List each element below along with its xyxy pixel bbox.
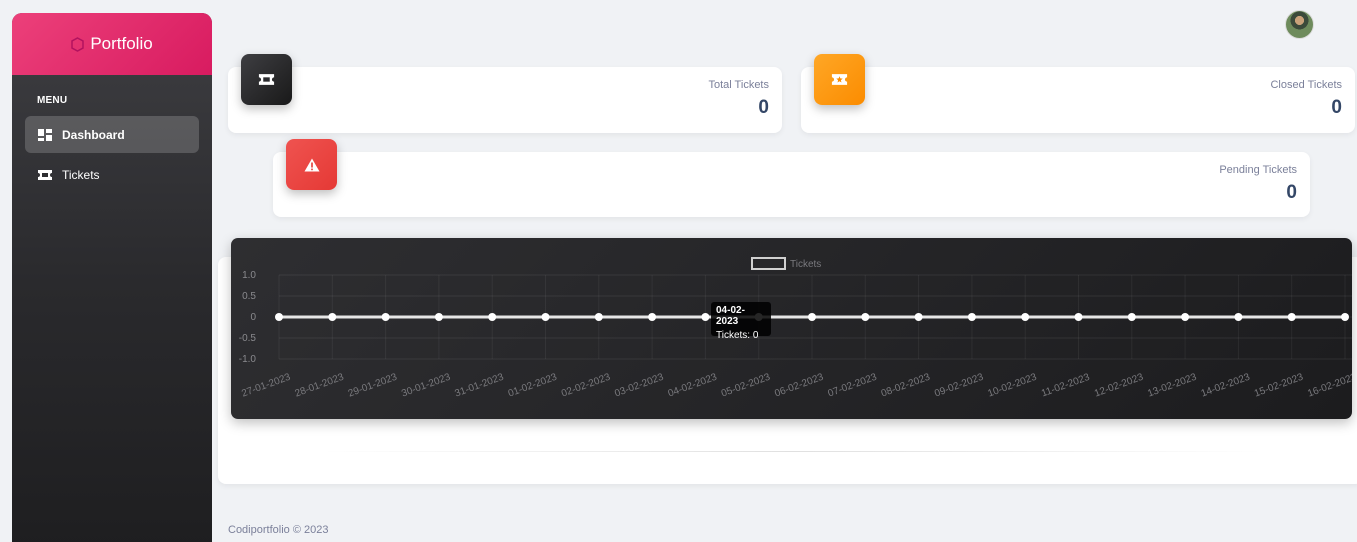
brand-logo-icon [71, 36, 85, 52]
tickets-line-chart: 1.0 0.5 0 -0.5 -1.0 27-01-2023 28-01-2023 29-01… [239, 257, 1352, 400]
sidebar: Portfolio MENU Dashboard Tickets [12, 13, 212, 542]
x-tick-label: 16-02-2023 [1306, 372, 1352, 400]
data-point [648, 313, 657, 321]
data-point [861, 313, 870, 321]
x-tick-label: 09-02-2023 [933, 372, 985, 400]
x-tick-label: 02-02-2023 [560, 372, 612, 400]
x-tick-label: 30-01-2023 [400, 372, 452, 400]
pending-tickets-label: Pending Tickets [1219, 164, 1297, 176]
footer-copyright: Codiportfolio © 2023 [228, 524, 329, 536]
x-tick-label: 08-02-2023 [880, 372, 932, 400]
ticket-icon [258, 74, 275, 85]
x-tick-label: 06-02-2023 [773, 372, 825, 400]
sidebar-item-label: Tickets [62, 167, 100, 182]
pending-tickets-icon-box [286, 139, 337, 190]
y-tick-label: -1.0 [239, 354, 257, 365]
data-point [1021, 313, 1030, 321]
total-tickets-label: Total Tickets [708, 79, 769, 91]
total-tickets-card: Total Tickets 0 [228, 67, 782, 133]
chart-tooltip: 04-02-2023 Tickets: 0 [711, 302, 771, 341]
legend-swatch [751, 257, 786, 270]
data-point [381, 313, 390, 321]
tooltip-title: 04-02-2023 [716, 305, 745, 327]
ticket-star-icon [831, 74, 848, 85]
pending-tickets-card: Pending Tickets 0 [273, 152, 1310, 217]
x-tick-label: 13-02-2023 [1146, 372, 1198, 400]
x-tick-label: 10-02-2023 [986, 372, 1038, 400]
x-tick-label: 05-02-2023 [720, 372, 772, 400]
data-point [1127, 313, 1136, 321]
total-tickets-icon-box [241, 54, 292, 105]
chart-divider [320, 451, 1265, 452]
legend-label: Tickets [790, 259, 821, 270]
x-tick-label: 03-02-2023 [613, 372, 665, 400]
total-tickets-value: 0 [758, 97, 769, 118]
x-tick-label: 14-02-2023 [1200, 372, 1252, 400]
x-tick-label: 01-02-2023 [507, 372, 559, 400]
y-tick-label: -0.5 [239, 333, 257, 344]
data-point [1074, 313, 1083, 321]
warning-icon [304, 158, 319, 171]
data-point [701, 313, 710, 321]
data-point [1341, 313, 1349, 321]
brand[interactable]: Portfolio [12, 13, 212, 75]
sidebar-item-dashboard[interactable]: Dashboard [25, 116, 199, 153]
closed-tickets-icon-box [814, 54, 865, 105]
closed-tickets-value: 0 [1331, 97, 1342, 118]
sidebar-item-label: Dashboard [62, 127, 125, 142]
data-point [434, 313, 443, 321]
data-point [275, 313, 283, 321]
tooltip-body: Tickets: 0 [716, 330, 759, 341]
x-tick-label: 31-01-2023 [453, 372, 505, 400]
y-tick-label: 0.5 [242, 291, 256, 302]
data-point [1287, 313, 1296, 321]
sidebar-item-tickets[interactable]: Tickets [25, 156, 199, 193]
pending-tickets-value: 0 [1286, 182, 1297, 203]
data-point [488, 313, 497, 321]
dashboard-icon [38, 128, 52, 141]
x-tick-label: 11-02-2023 [1040, 372, 1092, 400]
x-tick-label: 15-02-2023 [1253, 372, 1305, 400]
data-point [594, 313, 603, 321]
y-tick-label: 0 [250, 312, 256, 323]
avatar[interactable] [1285, 10, 1314, 39]
data-point [1234, 313, 1243, 321]
x-tick-label: 27-01-2023 [240, 372, 292, 400]
menu-heading: MENU [37, 95, 68, 106]
closed-tickets-label: Closed Tickets [1270, 79, 1342, 91]
data-point [1181, 313, 1190, 321]
x-tick-label: 07-02-2023 [827, 372, 879, 400]
x-tick-label: 28-01-2023 [294, 372, 346, 400]
data-point [541, 313, 550, 321]
y-tick-label: 1.0 [242, 270, 256, 281]
data-point [914, 313, 923, 321]
x-tick-label: 12-02-2023 [1093, 372, 1145, 400]
brand-name: Portfolio [90, 34, 153, 53]
data-point [328, 313, 337, 321]
tickets-chart[interactable]: 1.0 0.5 0 -0.5 -1.0 27-01-2023 28-01-2023 29-01… [231, 238, 1352, 419]
x-tick-label: 04-02-2023 [667, 372, 719, 400]
x-tick-label: 29-01-2023 [347, 372, 399, 400]
ticket-icon [38, 169, 52, 180]
data-point [808, 313, 816, 321]
closed-tickets-card: Closed Tickets 0 [801, 67, 1355, 133]
data-point [967, 313, 976, 321]
